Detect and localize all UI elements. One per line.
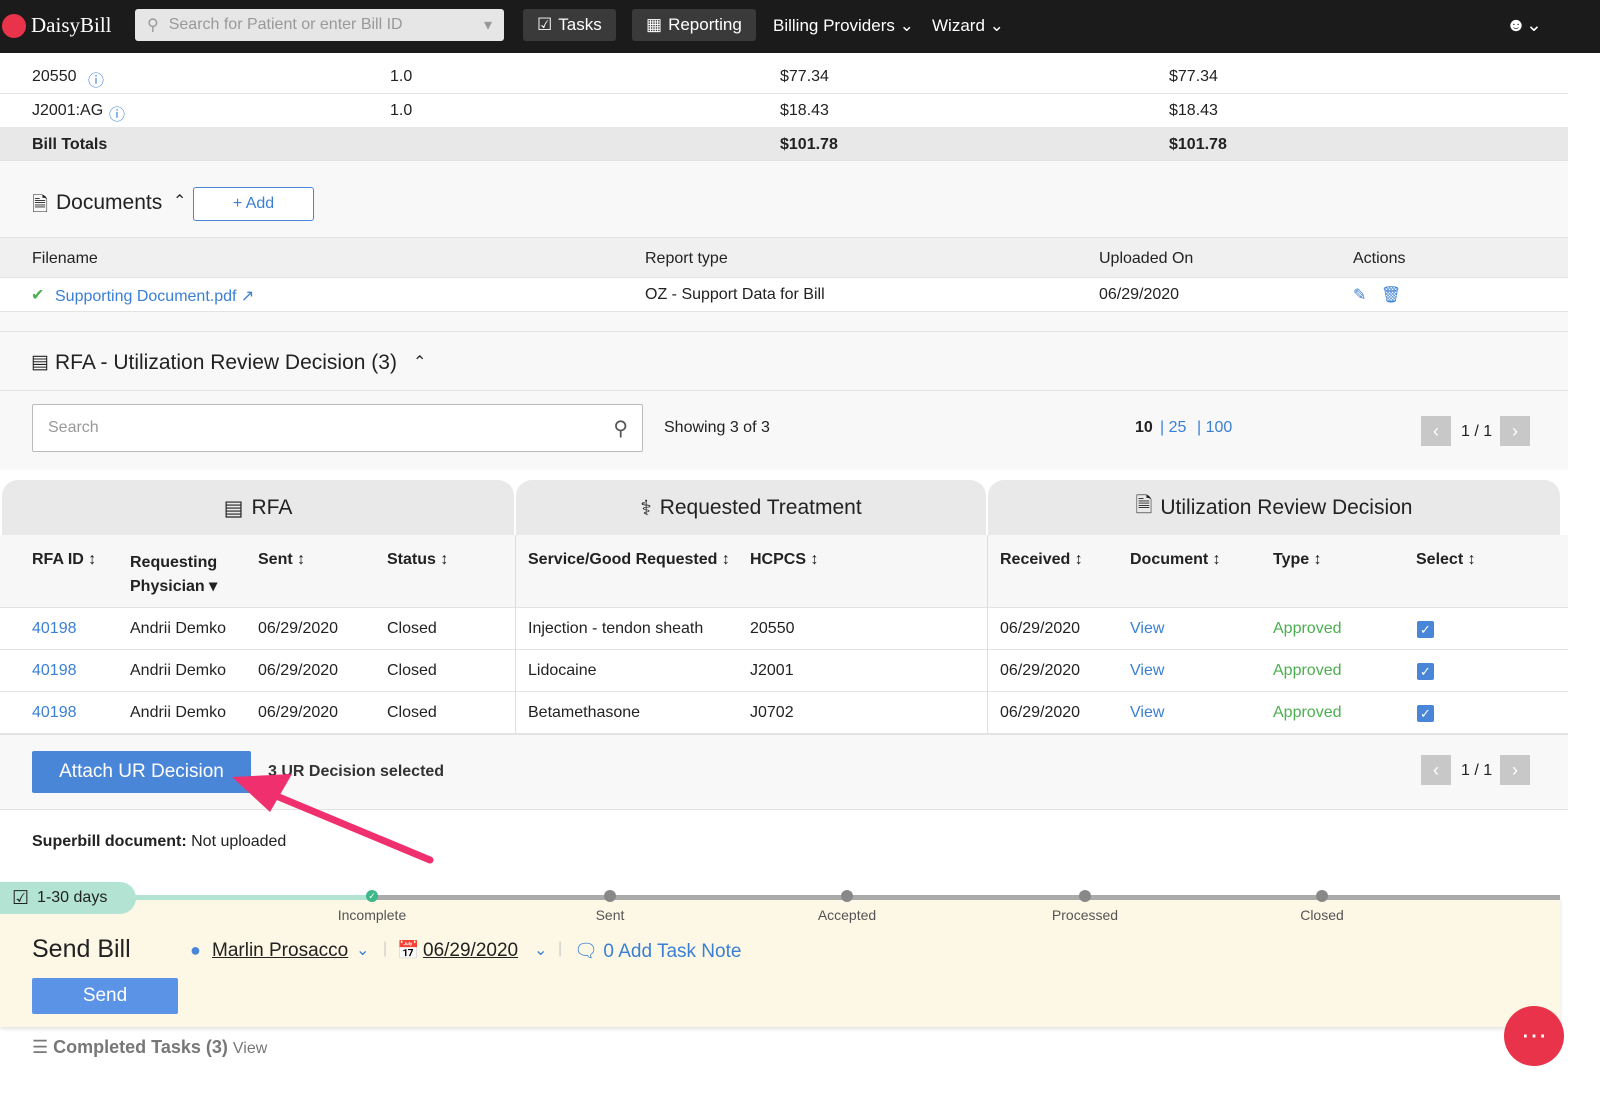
arrow-head <box>232 774 292 812</box>
arrow-shaft <box>258 786 434 864</box>
annotation-arrow <box>232 774 434 864</box>
